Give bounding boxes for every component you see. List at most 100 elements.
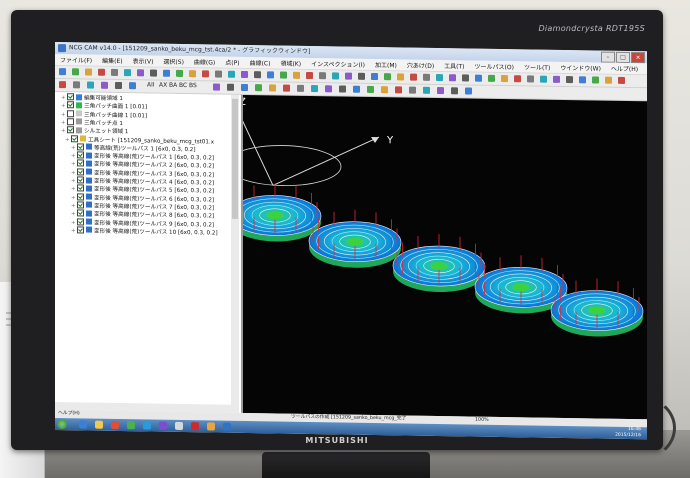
toolbar-button-icon[interactable] (384, 73, 391, 81)
visibility-checkbox[interactable] (71, 134, 78, 142)
toolbar-button-icon[interactable] (87, 81, 94, 89)
toolbar-button-icon[interactable] (150, 69, 157, 77)
graphics-viewport[interactable]: Z Y (243, 94, 647, 420)
toolbar-button-icon[interactable] (410, 73, 417, 81)
toolbar-button-icon[interactable] (397, 73, 404, 81)
toolbar-button-icon[interactable] (553, 75, 560, 83)
toolbar-button-icon[interactable] (579, 76, 586, 84)
visibility-checkbox[interactable] (77, 184, 84, 192)
visibility-checkbox[interactable] (67, 109, 74, 117)
menu-item[interactable]: 点(P) (220, 58, 244, 67)
toolbar-button-icon[interactable] (213, 83, 220, 91)
folder-icon[interactable] (95, 420, 103, 429)
visibility-checkbox[interactable] (67, 101, 74, 109)
menu-item[interactable]: 加工(M) (370, 60, 402, 70)
visibility-checkbox[interactable] (77, 159, 84, 167)
menu-item[interactable]: ヘルプ(H) (606, 64, 643, 74)
toolbar-button-icon[interactable] (358, 72, 365, 80)
app-icon-gray[interactable] (175, 421, 183, 431)
toolbar-button-icon[interactable] (409, 86, 416, 94)
toolbar-button-icon[interactable] (115, 81, 122, 90)
menu-item[interactable]: 工具(T) (439, 61, 469, 70)
toolbar-button-icon[interactable] (540, 75, 547, 83)
toolbar-button-icon[interactable] (59, 68, 66, 76)
toolbar-button-icon[interactable] (59, 81, 66, 89)
toolbar-button-icon[interactable] (465, 87, 472, 95)
toolbar-button-icon[interactable] (72, 68, 79, 76)
toolbar-button-icon[interactable] (311, 85, 318, 93)
toolbar-button-icon[interactable] (371, 72, 378, 81)
toolbar-label[interactable]: BC (179, 82, 187, 89)
toolbar-button-icon[interactable] (163, 69, 170, 77)
toolbar-button-icon[interactable] (254, 71, 261, 79)
toolbar-button-icon[interactable] (488, 74, 495, 82)
toolbar-button-icon[interactable] (381, 86, 388, 94)
media-icon[interactable] (111, 420, 119, 430)
menu-item[interactable]: インスペクション(I) (306, 59, 370, 69)
menu-item[interactable]: 選択(S) (158, 57, 189, 66)
toolbar-button-icon[interactable] (449, 74, 456, 82)
visibility-checkbox[interactable] (77, 168, 84, 176)
toolbar-button-icon[interactable] (605, 76, 612, 84)
toolbar-label[interactable]: AX (159, 82, 167, 89)
maximize-icon[interactable]: □ (616, 51, 630, 64)
menu-item[interactable]: 領域(K) (275, 58, 306, 68)
app-icon-orange[interactable] (207, 422, 215, 431)
tree-scroll-thumb[interactable] (232, 98, 238, 219)
toolbar-button-icon[interactable] (241, 70, 248, 79)
menu-item[interactable]: ファイル(F) (55, 55, 97, 65)
toolbar-button-icon[interactable] (129, 82, 136, 90)
toolbar-button-icon[interactable] (101, 81, 108, 89)
toolbar-button-icon[interactable] (280, 71, 287, 79)
toolbar-button-icon[interactable] (345, 72, 352, 80)
toolbar-button-icon[interactable] (325, 85, 332, 93)
toolbar-button-icon[interactable] (437, 87, 444, 95)
toolbar-button-icon[interactable] (267, 71, 274, 79)
toolbar-button-icon[interactable] (85, 68, 92, 76)
toolbar-button-icon[interactable] (189, 70, 196, 78)
visibility-checkbox[interactable] (77, 217, 84, 225)
tree-item[interactable]: + 変形後 等高線(荒)ツールパス 10 [6x0, 0.3, 0.2] (71, 226, 218, 238)
visibility-checkbox[interactable] (77, 143, 84, 151)
toolbar-label[interactable]: BA (169, 82, 177, 89)
toolbar-button-icon[interactable] (293, 71, 300, 79)
toolbar-button-icon[interactable] (566, 76, 573, 84)
toolbar-button-icon[interactable] (227, 83, 234, 91)
menu-item[interactable]: ツールパス(O) (470, 62, 519, 72)
toolbar-button-icon[interactable] (176, 69, 183, 78)
visibility-checkbox[interactable] (77, 209, 84, 217)
toolbar-button-icon[interactable] (319, 72, 326, 80)
ncg-cam-task-icon[interactable] (223, 422, 231, 431)
toolbar-button-icon[interactable] (353, 85, 360, 93)
menu-item[interactable]: ツール(T) (519, 62, 555, 72)
toolbar-button-icon[interactable] (436, 73, 443, 82)
visibility-checkbox[interactable] (77, 226, 84, 234)
toolbar-button-icon[interactable] (501, 75, 508, 83)
toolbar-button-icon[interactable] (111, 68, 118, 76)
app-icon-green[interactable] (127, 421, 135, 430)
toolbar-button-icon[interactable] (423, 86, 430, 94)
menu-item[interactable]: 曲線(C) (245, 58, 276, 67)
app-icon-blue[interactable] (143, 421, 151, 430)
toolbar-button-icon[interactable] (269, 84, 276, 92)
toolbar-button-icon[interactable] (241, 83, 248, 92)
toolbar-button-icon[interactable] (592, 76, 599, 84)
toolbar-button-icon[interactable] (255, 84, 262, 92)
toolbar-button-icon[interactable] (228, 70, 235, 78)
toolbar-button-icon[interactable] (339, 85, 346, 93)
ie-icon[interactable] (79, 420, 87, 429)
toolbar-button-icon[interactable] (514, 75, 521, 83)
toolbar-button-icon[interactable] (618, 76, 625, 84)
toolbar-button-icon[interactable] (451, 87, 458, 95)
visibility-checkbox[interactable] (67, 118, 74, 126)
toolbar-button-icon[interactable] (527, 75, 534, 83)
app-icon-purple[interactable] (159, 421, 167, 430)
toolbar-label[interactable]: BS (189, 82, 197, 89)
toolbar-button-icon[interactable] (395, 86, 402, 94)
toolbar-button-icon[interactable] (137, 69, 144, 77)
menu-item[interactable]: ウインドウ(W) (555, 63, 606, 73)
menu-item[interactable]: 穴あけ(D) (402, 60, 439, 70)
toolbar-label[interactable]: All (147, 81, 154, 88)
start-button[interactable] (57, 419, 67, 430)
toolbar-button-icon[interactable] (306, 71, 313, 80)
